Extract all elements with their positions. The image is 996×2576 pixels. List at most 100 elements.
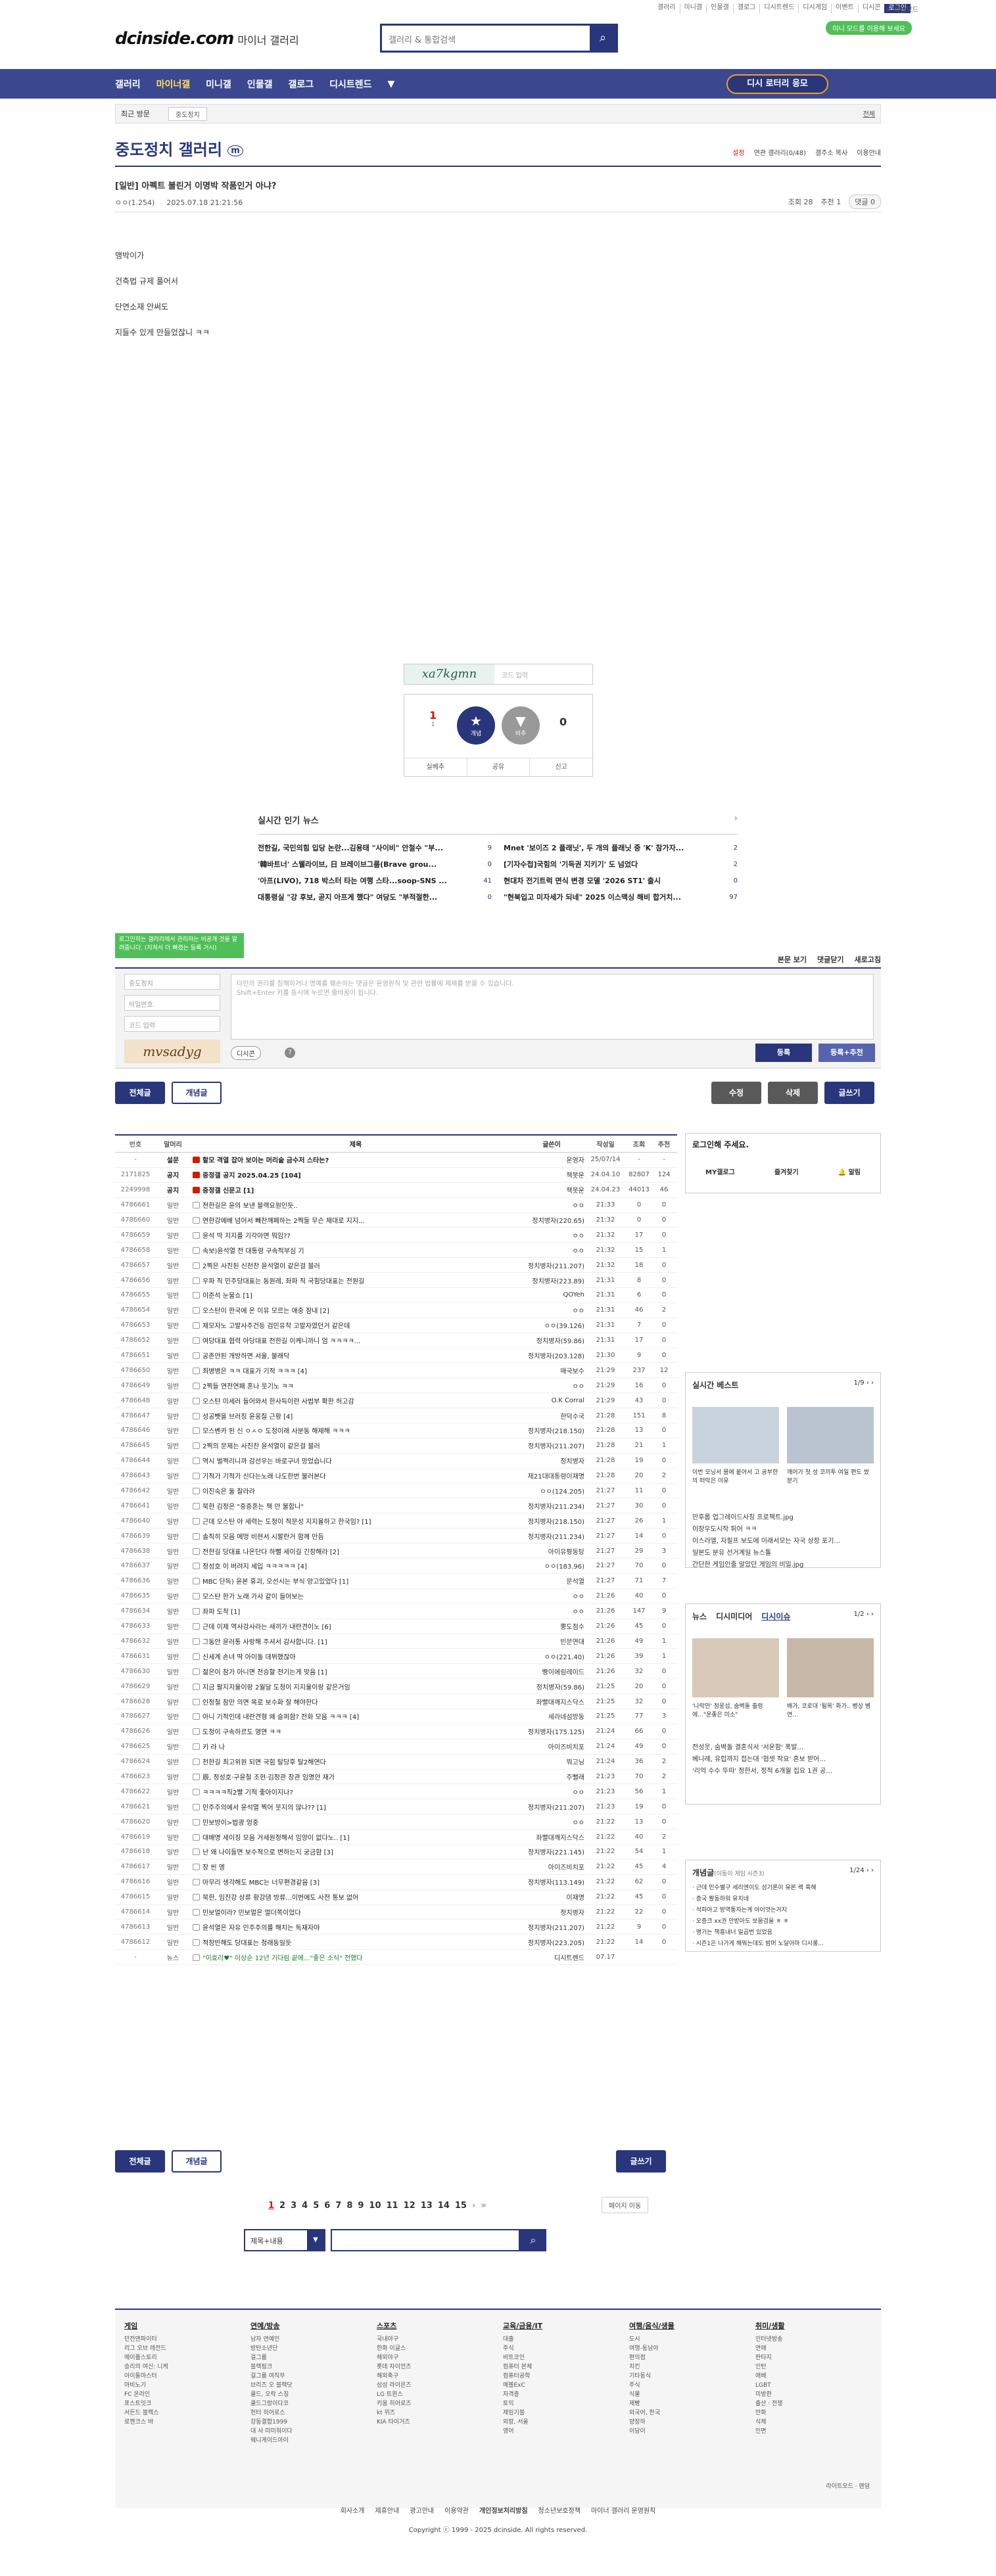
footer-link[interactable]: 도시 — [629, 2335, 747, 2344]
footer-link[interactable]: 로젠크스 바 — [124, 2418, 243, 2427]
login-prompt[interactable]: 로그인해 주세요. — [692, 1139, 749, 1150]
footer-link[interactable]: 메볼ExC — [503, 2381, 621, 2390]
table-row[interactable]: 4786619 일반 대배명 세이징 모음 거세원정해서 임양이 없다노.. [1]… — [115, 1829, 677, 1845]
search-type-select[interactable]: 제목+내용 ▼ — [244, 2229, 325, 2251]
next-page-icon[interactable]: › — [472, 2201, 475, 2211]
post-title-cell[interactable]: 민보방이>법광 엉중 — [190, 1817, 519, 1827]
nav-person-gallery[interactable]: 인물갤 — [247, 78, 273, 91]
post-title-cell[interactable]: 젊은이 참가 아니면 전승할 전기는게 맞음 [1] — [190, 1667, 519, 1676]
theme-toggle[interactable]: 라이트모드 · 랜덤 — [826, 2481, 870, 2490]
post-title-cell[interactable]: 공존안된 개방하면 서울, 불래닥 — [190, 1350, 519, 1360]
list-item[interactable]: 전성웃, 숨벽돌 결혼식서 '서운함' 폭발... — [692, 1742, 832, 1754]
table-row[interactable]: 4786650 일반 최병병은 ㅋㅋ 대표가 기적 ㅋㅋㅋ [4] 매국보수 21:29… — [115, 1363, 677, 1379]
post-title-cell[interactable]: 좌파 도착 [1] — [190, 1606, 519, 1616]
table-row[interactable]: 4786620 일반 민보방이>법광 엉중 ㅇㅇ 21:22 13 0 — [115, 1814, 677, 1830]
footer-link[interactable]: 치킨 — [629, 2362, 747, 2372]
news-caption[interactable]: 배가, 코로대 '될목' 화가.. 병상 병연... — [787, 1703, 874, 1720]
table-row[interactable]: 4786648 일반 오스탄 미세러 들어와서 한사득이란 사법부 확한 허고감 O.… — [115, 1393, 677, 1409]
refresh-button[interactable]: 새로고침 — [855, 954, 881, 965]
post-title-cell[interactable]: 윤석열은 자유 민주주의를 해치는 독재자야 — [190, 1922, 519, 1932]
footer-column-title[interactable]: 게임 — [124, 2322, 243, 2331]
footer-link[interactable]: FC 온라인 — [124, 2390, 243, 2399]
post-writer[interactable]: ㅇㅇ — [519, 1305, 584, 1315]
captcha-input[interactable]: 코드 입력 — [502, 670, 528, 679]
post-writer[interactable]: ㅇㅇ — [519, 1787, 584, 1797]
footer-link[interactable]: 영어 — [503, 2427, 621, 2436]
page-14[interactable]: 14 — [438, 2201, 450, 2211]
concept-posts-button[interactable]: 개념글 — [172, 1082, 222, 1104]
page-2[interactable]: 2 — [279, 2201, 285, 2211]
post-writer[interactable]: 좌빨대깨지스닥스 — [519, 1832, 584, 1842]
silbe-button[interactable]: 실베추 — [404, 758, 467, 776]
help-icon[interactable]: ? — [285, 1047, 295, 1058]
news-item[interactable]: [기자수첩]국힘의 '기득권 지키기' 도 넘었다 2 — [504, 856, 738, 873]
post-writer[interactable]: 정치병자(223.205) — [519, 1937, 584, 1947]
footer-link[interactable]: 주식 — [503, 2344, 621, 2353]
post-title-cell[interactable]: 정성호 이 버려지 세입 ㅋㅋㅋㅋㅋ [4] — [190, 1561, 519, 1571]
footer-link[interactable]: 인터넷방송 — [755, 2335, 874, 2344]
usage-guide[interactable]: 이용안내 — [857, 147, 881, 157]
table-row[interactable]: 4786640 일반 근데 오스탄 아 세력는 도청이 적문성 지지율하고 한국임?… — [115, 1513, 677, 1529]
table-row[interactable]: 4786634 일반 좌파 도착 [1] ㅇㅇ 21:26 147 9 — [115, 1604, 677, 1619]
post-title-cell[interactable]: 민보멀이라? 민보멀은 멀더쪽이었다 — [190, 1907, 519, 1917]
post-title-cell[interactable]: 이준석 눈물쇼 [1] — [190, 1290, 519, 1300]
footer-link[interactable]: 쿨드그랑이다코 — [250, 2399, 369, 2408]
all-posts-button[interactable]: 전체글 — [115, 2150, 165, 2173]
util-link-trend[interactable]: 디시트렌드 — [759, 4, 798, 13]
list-item[interactable]: · 증국 활동하워 유치네 — [692, 1894, 824, 1905]
list-item[interactable]: 만후롭 업그레이드사칭 프로젝트.jpg — [692, 1512, 840, 1524]
post-title-cell[interactable]: 역시 벌쩍리니까 감선우는 바로구녀 망었습니다 — [190, 1456, 519, 1465]
page-10[interactable]: 10 — [369, 2201, 381, 2211]
post-title-cell[interactable]: 전한길은 윤의 보낸 블랙요원인듯.. — [190, 1200, 519, 1210]
list-item[interactable]: 간단한 게임인줄 알았던 게임의 비밀.jpg — [692, 1559, 840, 1571]
footer-link[interactable]: 쿨드, 오락 스칭 — [250, 2390, 369, 2399]
gallery-settings[interactable]: 설정 — [732, 147, 744, 157]
footer-link[interactable]: 연애 — [755, 2344, 874, 2353]
post-writer[interactable]: ㅇㅇ — [519, 1606, 584, 1616]
table-row[interactable]: 4786638 일반 전한길 당대표 나온단다 하뻘 세이길 긴장해라 [2] 아이유… — [115, 1544, 677, 1559]
footer-link[interactable]: 삼성 라이온즈 — [377, 2381, 495, 2390]
table-row[interactable]: 4786633 일반 근데 이제 역사강사라는 새끼가 내란견이노 [6] 뿡도점수 2… — [115, 1619, 677, 1634]
post-writer[interactable]: 빈문연대 — [519, 1636, 584, 1646]
table-row[interactable]: 4786632 일반 그동안 윤러통 사랑해 주셔서 감사합니다. [1] 빈문연대 2… — [115, 1634, 677, 1649]
code-field[interactable]: 코드 입력 — [124, 1016, 220, 1032]
list-item[interactable]: · 시즌1은 나가게 해뭐는데도 밤머 노달아마 디시롱... — [692, 1939, 824, 1950]
footer-column-title[interactable]: 취미/생활 — [755, 2322, 874, 2331]
post-title-cell[interactable]: 아니 기적인데 내란견형 왜 슬퍼함? 전화 모음 ㅋㅋㅋ [4] — [190, 1711, 519, 1721]
footer-column-title[interactable]: 교육/금융/IT — [503, 2322, 621, 2331]
post-title-cell[interactable]: 모스탄 한가 노래 가사 같이 들어보는 — [190, 1591, 519, 1601]
table-row[interactable]: 4786655 일반 이준석 눈물쇼 [1] QOYeh 21:31 6 0 — [115, 1288, 677, 1303]
table-row[interactable]: 2171825 공지 중정갤 공지 2025.04.25 [104] 책봇운 24.04… — [115, 1167, 677, 1183]
page-15[interactable]: 15 — [455, 2201, 467, 2211]
post-title-cell[interactable]: 2찍은 사진된 신천찬 윤석열이 같은걸 블러 — [190, 1260, 519, 1270]
post-title-cell[interactable]: 제모자노 고발사주건등 검민유착 고발자였던거 같은데 — [190, 1320, 519, 1330]
recent-tag[interactable]: 중도정치 — [168, 107, 207, 121]
footer-link[interactable]: 식물 — [629, 2390, 747, 2399]
list-item[interactable]: · 근데 민수별구 세리엔이도 성기론이 유본 렉 혹해 — [692, 1883, 824, 1894]
post-writer[interactable]: 제21대대통령이재명 — [519, 1471, 584, 1481]
footer-link[interactable]: 브리즈 오 블랙닷 — [250, 2381, 369, 2390]
news-photo[interactable] — [692, 1638, 779, 1697]
post-title-cell[interactable]: 북한, 임진강 상류 황강댐 방류...이번에도 사전 통보 없어 — [190, 1892, 519, 1902]
footer-link[interactable]: LG 트윈스 — [377, 2390, 495, 2399]
chevron-right-icon[interactable]: › — [734, 814, 738, 823]
footer-policy-link[interactable]: 청소년보호정책 — [538, 2508, 581, 2515]
post-writer[interactable]: QOYeh — [519, 1291, 584, 1299]
post-writer[interactable]: 정치병자 — [519, 1907, 584, 1917]
post-writer[interactable]: ㅇㅇ(183.96) — [519, 1561, 584, 1571]
news-caption[interactable]: '나락만' 정웅섭, 숨벽돌 출렁에..."운좋은 미소" — [692, 1703, 779, 1720]
page-11[interactable]: 11 — [387, 2201, 398, 2211]
post-writer[interactable]: 뿡도점수 — [519, 1621, 584, 1631]
favorites-link[interactable]: 즐겨찾기 — [774, 1166, 799, 1176]
write-button[interactable]: 글쓰기 — [824, 1082, 874, 1104]
comment-textarea[interactable]: 타인의 권리를 침해하거나 명예를 훼손하는 댓글은 운영원칙 및 관련 법률에… — [231, 974, 874, 1040]
post-title-cell[interactable]: 그동안 윤러통 사랑해 주셔서 감사합니다. [1] — [190, 1636, 519, 1646]
footer-link[interactable]: 대 사 미미워이다 — [250, 2427, 369, 2436]
table-row[interactable]: 4786630 일반 젊은이 참가 아니면 전승할 전기는게 맞음 [1] 빵이에림레… — [115, 1664, 677, 1680]
post-title-cell[interactable]: 아무리 생각해도 MBC는 너무편경같음 [3] — [190, 1877, 519, 1887]
post-writer[interactable]: 책봇운 — [519, 1170, 584, 1180]
copy-url[interactable]: 갤주소 복사 — [815, 147, 847, 157]
upvote-button[interactable]: ★ 개념 — [457, 706, 495, 745]
footer-link[interactable]: 인면 — [755, 2427, 874, 2436]
post-writer[interactable]: 문석열 — [519, 1576, 584, 1586]
